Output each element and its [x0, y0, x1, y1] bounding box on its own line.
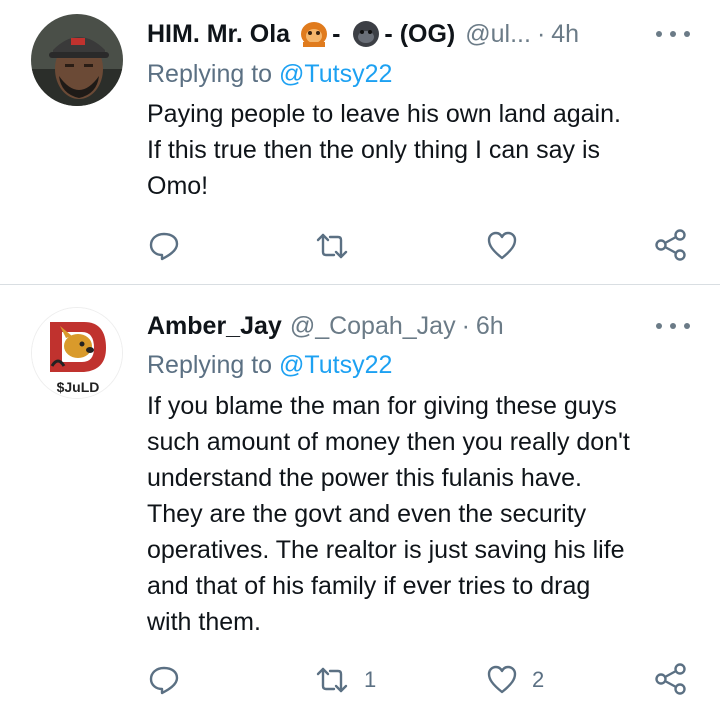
name-separator: -: [332, 19, 341, 48]
reply-icon: [149, 666, 179, 695]
tweet-text-line: If you blame the man for giving these gu…: [147, 392, 617, 420]
heart-icon: [487, 231, 517, 260]
display-name[interactable]: HIM. Mr. Ola: [147, 20, 290, 49]
avatar[interactable]: [31, 14, 123, 106]
like-button[interactable]: 2: [486, 664, 544, 696]
more-options-icon[interactable]: [656, 320, 690, 332]
reply-mention-link[interactable]: @Tutsy22: [279, 351, 392, 379]
replying-to-label: Replying to: [147, 60, 273, 88]
reply-icon: [149, 232, 179, 261]
tweet-actions: 1 2: [0, 660, 720, 700]
tweet-text-line: such amount of money then you really don…: [147, 428, 630, 456]
tweet-header: Amber_Jay @_Copah_Jay · 6h: [147, 307, 504, 345]
like-count: 2: [532, 667, 545, 692]
tweet-actions: [0, 226, 720, 266]
share-icon: [655, 663, 686, 695]
avatar-logo-text: $JuLD: [57, 379, 100, 395]
tweet-text-line: Paying people to leave his own land agai…: [147, 100, 621, 128]
replying-to-label: Replying to: [147, 351, 273, 379]
retweet-count: 1: [364, 667, 377, 692]
share-button[interactable]: [654, 228, 688, 262]
timestamp[interactable]: 4h: [551, 20, 579, 49]
reply-mention-link[interactable]: @Tutsy22: [279, 60, 392, 88]
retweet-icon: [316, 233, 348, 259]
tweet-text-line: with them.: [147, 608, 261, 636]
replying-to: Replying to @Tutsy22: [147, 351, 392, 380]
name-suffix: - (OG): [384, 19, 456, 48]
share-button[interactable]: [654, 662, 688, 696]
tweet-text-line: understand the power this fulanis have.: [147, 464, 582, 492]
retweet-icon: [316, 667, 348, 693]
tweet-text-line: operatives. The realtor is just saving h…: [147, 536, 625, 564]
share-icon: [655, 229, 686, 261]
avatar[interactable]: $JuLD: [31, 307, 123, 399]
tweet-text-line: Omo!: [147, 172, 209, 200]
tweet-text: If you blame the man for giving these gu…: [147, 388, 707, 640]
user-handle[interactable]: @ul...: [465, 20, 531, 49]
reply-button[interactable]: [148, 230, 180, 262]
replying-to: Replying to @Tutsy22: [147, 60, 392, 89]
timestamp[interactable]: 6h: [476, 312, 504, 341]
user-handle[interactable]: @_Copah_Jay: [290, 312, 456, 341]
more-options-icon[interactable]: [656, 28, 690, 40]
heart-icon: [487, 665, 517, 694]
tweet-header: HIM. Mr. Ola - - (OG) @ul... · 4h: [147, 15, 579, 53]
display-name[interactable]: Amber_Jay: [147, 312, 282, 341]
retweet-button[interactable]: [314, 230, 364, 262]
reply-button[interactable]: [148, 664, 180, 696]
separator-dot: ·: [461, 311, 470, 340]
orangutan-emoji-icon: [300, 20, 328, 48]
separator-dot: ·: [536, 19, 546, 48]
tweet-1[interactable]: HIM. Mr. Ola - - (OG) @ul... · 4h Replyi…: [0, 0, 720, 284]
tweet-text: Paying people to leave his own land agai…: [147, 96, 707, 204]
like-button[interactable]: [486, 230, 532, 262]
tweet-text-line: If this true then the only thing I can s…: [147, 136, 601, 164]
tweet-text-line: They are the govt and even the security: [147, 500, 587, 528]
retweet-button[interactable]: 1: [314, 664, 376, 696]
tweet-text-line: and that of his family if ever tries to …: [147, 572, 591, 600]
gorilla-emoji-icon: [352, 20, 380, 48]
